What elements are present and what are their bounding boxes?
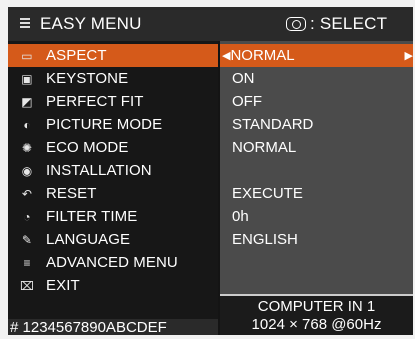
value-keystone: ON (220, 67, 413, 90)
menu-item-label: PICTURE MODE (46, 116, 163, 133)
reset-icon: ↶ (21, 186, 33, 201)
input-source-info: COMPUTER IN 1 1024 × 768 @60Hz (220, 294, 413, 335)
value-perfect-fit: OFF (220, 90, 413, 113)
menu-values-column: ◀ NORMAL ▶ ON OFF STANDARD NORMAL EXECUT… (220, 41, 413, 319)
menu-item-reset[interactable]: ↶ RESET (8, 182, 218, 205)
value-text: EXECUTE (232, 185, 303, 202)
filter-time-icon: ◔ (23, 209, 31, 224)
value-text: NORMAL (232, 139, 297, 156)
language-icon: ✎ (21, 232, 33, 247)
menu-item-label: RESET (46, 185, 97, 202)
value-text: ENGLISH (232, 231, 298, 248)
menu-item-eco-mode[interactable]: ✺ ECO MODE (8, 136, 218, 159)
menu-item-advanced-menu[interactable]: ≡ ADVANCED MENU (8, 251, 218, 274)
menu-item-label: ASPECT (46, 47, 107, 64)
value-text: NORMAL (230, 47, 295, 64)
menu-title-area: EASY MENU (8, 7, 276, 41)
menu-item-label: PERFECT FIT (46, 93, 144, 110)
perfect-fit-icon: ◩ (21, 94, 33, 109)
source-name: COMPUTER IN 1 (257, 297, 376, 315)
menu-item-label: ADVANCED MENU (46, 254, 178, 271)
serial-text: # 1234567890ABCDEF (10, 318, 167, 336)
select-icon (286, 17, 306, 31)
menu-item-label: LANGUAGE (46, 231, 131, 248)
aspect-icon: ▭ (21, 48, 33, 63)
value-text: OFF (232, 93, 262, 110)
menu-item-label: KEYSTONE (46, 70, 129, 87)
value-filter-time: 0h (220, 205, 413, 228)
value-aspect[interactable]: ◀ NORMAL ▶ (220, 44, 413, 67)
eco-mode-icon: ✺ (21, 140, 33, 155)
menu-item-keystone[interactable]: ▣ KEYSTONE (8, 67, 218, 90)
menu-item-language[interactable]: ✎ LANGUAGE (8, 228, 218, 251)
value-text: 0h (232, 208, 249, 225)
arrow-left-icon[interactable]: ◀ (222, 49, 230, 62)
advanced-menu-icon: ≡ (23, 255, 31, 270)
menu-item-filter-time[interactable]: ◔ FILTER TIME (8, 205, 218, 228)
value-text: STANDARD (232, 116, 314, 133)
value-picture-mode: STANDARD (220, 113, 413, 136)
value-reset: EXECUTE (220, 182, 413, 205)
value-language: ENGLISH (220, 228, 413, 251)
menu-item-aspect[interactable]: ▭ ASPECT (8, 44, 218, 67)
menu-title: EASY MENU (40, 14, 142, 33)
menu-items-column: ▭ ASPECT ▣ KEYSTONE ◩ PERFECT FIT ◐ PICT… (8, 41, 218, 319)
projector-menu: EASY MENU : SELECT ▭ ASPECT ▣ KEYSTONE ◩… (8, 7, 413, 336)
source-resolution: 1024 × 768 @60Hz (251, 315, 382, 333)
menu-item-picture-mode[interactable]: ◐ PICTURE MODE (8, 113, 218, 136)
installation-icon: ◉ (21, 163, 33, 178)
menu-item-exit[interactable]: ⌧ EXIT (8, 274, 218, 297)
menu-header: EASY MENU : SELECT (8, 7, 413, 41)
menu-item-perfect-fit[interactable]: ◩ PERFECT FIT (8, 90, 218, 113)
picture-mode-icon: ◐ (23, 117, 31, 132)
value-eco-mode: NORMAL (220, 136, 413, 159)
menu-item-label: EXIT (46, 277, 80, 294)
serial-number: # 1234567890ABCDEF (8, 318, 218, 336)
menu-icon (20, 18, 30, 30)
menu-item-label: INSTALLATION (46, 162, 152, 179)
select-hint-area: : SELECT (280, 7, 413, 41)
menu-item-label: FILTER TIME (46, 208, 138, 225)
value-text: ON (232, 70, 255, 87)
keystone-icon: ▣ (21, 71, 33, 86)
arrow-right-icon[interactable]: ▶ (405, 49, 413, 62)
menu-item-installation[interactable]: ◉ INSTALLATION (8, 159, 218, 182)
exit-icon: ⌧ (20, 278, 34, 293)
select-hint: : SELECT (310, 14, 388, 33)
menu-item-label: ECO MODE (46, 139, 129, 156)
